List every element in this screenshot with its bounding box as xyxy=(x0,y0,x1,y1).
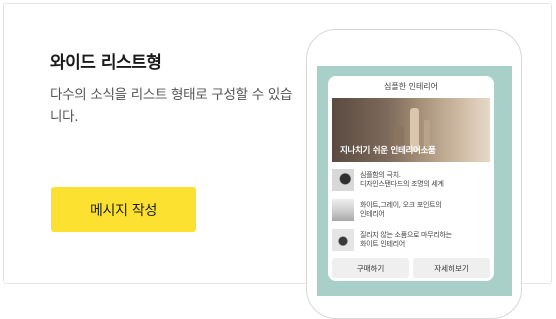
message-buttons: 구매하기 자세히보기 xyxy=(332,258,490,278)
item-text: 화이트,그레이, 오크 포인트의 인테리어 xyxy=(360,200,442,219)
item-list: 심플함의 극치. 디자인스탠다드의 조명의 세계 화이트,그레이, 오크 포인트… xyxy=(332,166,490,254)
buy-button[interactable]: 구매하기 xyxy=(332,258,409,278)
hero-caption: 지나치기 쉬운 인테리어소품 xyxy=(340,146,436,156)
details-button[interactable]: 자세히보기 xyxy=(413,258,490,278)
list-item: 질리지 않는 소품으로 마무리하는 화이트 인테리어 xyxy=(332,226,490,254)
item-thumbnail xyxy=(332,229,354,251)
template-title: 와이드 리스트형 xyxy=(50,53,162,73)
write-message-button[interactable]: 메시지 작성 xyxy=(51,187,196,232)
item-text: 질리지 않는 소품으로 마무리하는 화이트 인테리어 xyxy=(360,230,452,249)
list-item: 화이트,그레이, 오크 포인트의 인테리어 xyxy=(332,196,490,224)
list-item: 심플함의 극치. 디자인스탠다드의 조명의 세계 xyxy=(332,166,490,194)
message-preview-card: 심플한 인테리어 지나치기 쉬운 인테리어소품 심플함의 극치. 디자인스탠다드… xyxy=(328,76,494,281)
message-header: 심플한 인테리어 xyxy=(383,82,439,91)
template-description: 다수의 소식을 리스트 형태로 구성할 수 있습니다. xyxy=(50,87,293,125)
hero-image: 지나치기 쉬운 인테리어소품 xyxy=(332,98,490,162)
item-text: 심플함의 극치. 디자인스탠다드의 조명의 세계 xyxy=(360,170,444,189)
item-thumbnail xyxy=(332,199,354,221)
item-thumbnail xyxy=(332,169,354,191)
